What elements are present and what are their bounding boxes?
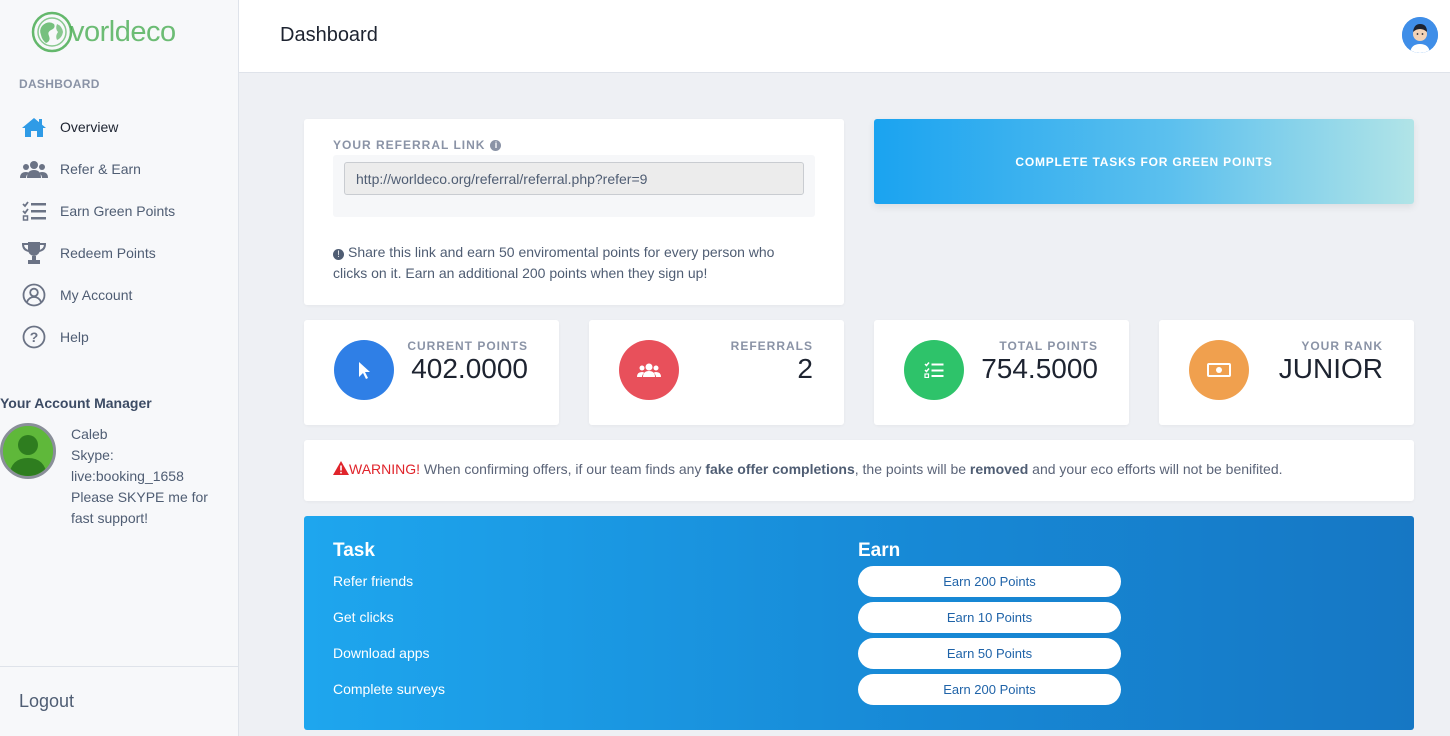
task-column-header: Task — [333, 540, 375, 561]
svg-text:?: ? — [30, 329, 39, 345]
account-manager-title: Your Account Manager — [0, 395, 152, 411]
task-label: Get clicks — [333, 609, 394, 625]
sidebar-item-earn-green-points[interactable]: Earn Green Points — [0, 190, 238, 232]
referral-card: YOUR REFERRAL LINK i !Share this link an… — [304, 119, 844, 305]
stat-label: YOUR RANK — [1301, 339, 1383, 353]
sidebar-item-label: Redeem Points — [60, 245, 156, 261]
referral-help-text: ! Share this link and earn 50 enviromenta… — [333, 242, 803, 284]
globe-logo-icon — [31, 11, 73, 53]
top-header: Dashboard — [239, 0, 1450, 73]
sidebar-item-label: Refer & Earn — [60, 161, 141, 177]
sidebar-item-redeem-points[interactable]: Redeem Points — [0, 232, 238, 274]
group-icon — [619, 340, 679, 400]
stat-value: 402.0000 — [411, 353, 528, 384]
manager-skype-id: live:booking_1658 — [71, 468, 184, 484]
sidebar-item-refer-earn[interactable]: Refer & Earn — [0, 148, 238, 190]
sidebar-item-overview[interactable]: Overview — [0, 106, 238, 148]
earn-button[interactable]: Earn 50 Points — [858, 638, 1121, 669]
stat-value: 754.5000 — [981, 353, 1098, 384]
tasks-panel: Task Earn Refer friends Earn 200 Points … — [304, 516, 1414, 730]
page-title: Dashboard — [280, 24, 378, 46]
task-label: Complete surveys — [333, 681, 446, 697]
list-check-icon — [904, 340, 964, 400]
task-label: Refer friends — [333, 573, 414, 589]
user-avatar[interactable] — [1402, 17, 1438, 53]
stat-card-your-rank: YOUR RANK JUNIOR — [1159, 320, 1414, 425]
referral-help: Share this link and earn 50 enviromental… — [333, 244, 775, 281]
manager-note: Please SKYPE me for fast support! — [71, 489, 208, 526]
sidebar-item-label: Help — [60, 329, 89, 345]
stat-value: 2 — [797, 353, 813, 384]
manager-skype-label: Skype: — [71, 447, 114, 463]
checklist-icon — [20, 199, 48, 223]
earn-button[interactable]: Earn 200 Points — [858, 566, 1121, 597]
sidebar-item-label: Overview — [60, 119, 119, 135]
account-manager-avatar — [0, 423, 56, 479]
sidebar-item-help[interactable]: ? Help — [0, 316, 238, 358]
warning-part3: and your eco efforts will not be benifit… — [1028, 461, 1283, 477]
users-icon — [20, 157, 48, 181]
warning-bold1: fake offer completions — [705, 461, 855, 477]
stat-label: TOTAL POINTS — [999, 339, 1098, 353]
warning-part1: When confirming offers, if our team find… — [420, 461, 706, 477]
logout-link[interactable]: Logout — [19, 691, 74, 712]
sidebar-item-label: Earn Green Points — [60, 203, 176, 219]
account-manager-info: Caleb Skype: live:booking_1658 Please SK… — [71, 424, 231, 529]
user-circle-icon — [20, 283, 48, 307]
stat-card-referrals: REFERRALS 2 — [589, 320, 844, 425]
referral-label: YOUR REFERRAL LINK i — [333, 138, 502, 152]
money-icon — [1189, 340, 1249, 400]
stat-card-current-points: CURRENT POINTS 402.0000 — [304, 320, 559, 425]
sidebar-item-my-account[interactable]: My Account — [0, 274, 238, 316]
sidebar: vorldeco DASHBOARD Overview Refer & Earn… — [0, 0, 239, 736]
exclamation-icon: ! — [333, 249, 344, 260]
stat-label: CURRENT POINTS — [407, 339, 528, 353]
brand-logo[interactable]: vorldeco — [30, 10, 176, 54]
manager-name: Caleb — [71, 426, 108, 442]
referral-link-input[interactable] — [344, 162, 804, 195]
warning-banner: WARNING! When confirming offers, if our … — [304, 440, 1414, 501]
info-icon[interactable]: i — [490, 139, 502, 151]
cursor-icon — [334, 340, 394, 400]
warning-part2: , the points will be — [854, 461, 970, 477]
sidebar-divider — [0, 666, 238, 667]
sidebar-section-title: DASHBOARD — [19, 77, 100, 91]
earn-button[interactable]: Earn 200 Points — [858, 674, 1121, 705]
help-icon: ? — [20, 325, 48, 349]
referral-label-text: YOUR REFERRAL LINK — [333, 138, 486, 152]
stat-label: REFERRALS — [730, 339, 813, 353]
home-icon — [20, 115, 48, 139]
warning-triangle-icon — [333, 461, 349, 475]
complete-tasks-button[interactable]: COMPLETE TASKS FOR GREEN POINTS — [874, 119, 1414, 204]
stat-value: JUNIOR — [1278, 353, 1383, 384]
sidebar-nav: Overview Refer & Earn Earn Green Points … — [0, 106, 238, 358]
task-label: Download apps — [333, 645, 430, 661]
earn-button[interactable]: Earn 10 Points — [858, 602, 1121, 633]
sidebar-item-label: My Account — [60, 287, 133, 303]
trophy-icon — [20, 241, 48, 265]
warning-text: WARNING! When confirming offers, if our … — [333, 461, 1283, 477]
brand-name: vorldeco — [70, 15, 176, 48]
warning-prefix: WARNING! — [349, 461, 421, 477]
stat-card-total-points: TOTAL POINTS 754.5000 — [874, 320, 1129, 425]
warning-bold2: removed — [969, 461, 1029, 477]
earn-column-header: Earn — [858, 540, 901, 561]
